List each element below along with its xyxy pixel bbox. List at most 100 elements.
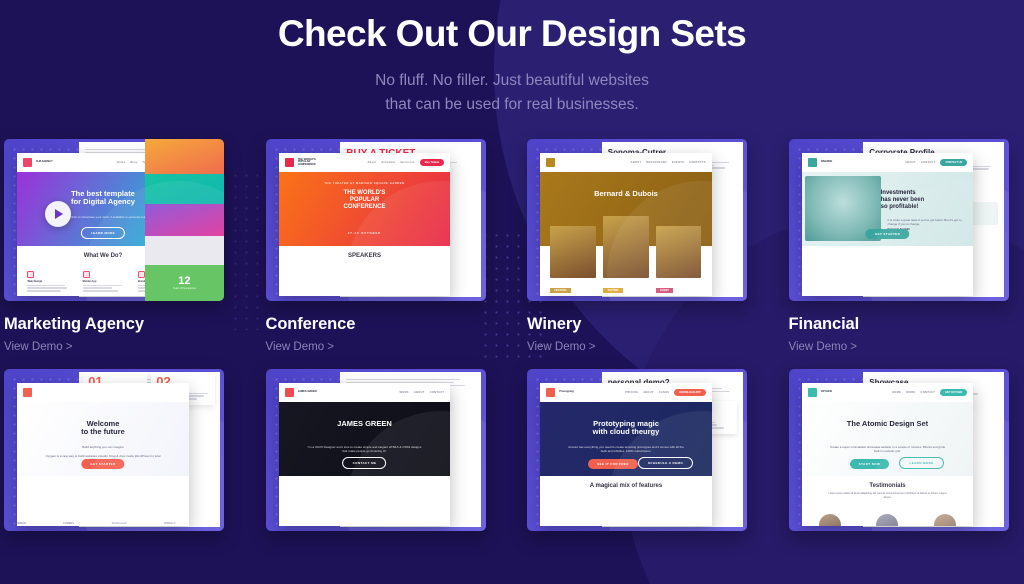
mock-nav-link[interactable]: Schedule: [381, 161, 395, 164]
mock-nav-link[interactable]: ABOUT: [905, 161, 916, 164]
mock-nav-link[interactable]: CASES: [659, 391, 669, 394]
view-demo-link[interactable]: View Demo >: [4, 341, 73, 353]
mock-hero-button-primary[interactable]: START NOW: [850, 459, 890, 469]
mock-feature: Mobile App: [83, 271, 124, 293]
mock-hero-title-line: JAMES GREEN: [289, 420, 440, 429]
mock-nav-link[interactable]: EVENTS: [672, 161, 684, 164]
mock-feature: Web Design: [27, 271, 68, 293]
design-set-title: Conference: [266, 315, 498, 334]
view-demo-link[interactable]: View Demo >: [527, 341, 596, 353]
mock-nav-link[interactable]: About: [367, 161, 376, 164]
design-set-card[interactable]: ShowcaseVIEW MOREOXYGENHOMEWORKCONTACTGE…: [789, 369, 1021, 531]
mock-nav-links: About Schedule Sponsors Buy Tickets: [367, 159, 444, 166]
mock-hero-title: Welcome to the future: [27, 420, 178, 438]
mock-nav-cta[interactable]: DOWNLOAD APP: [674, 389, 706, 396]
design-set-card[interactable]: D.M.AGENCYHomeBlogTeamGET A QUOTEThe bes…: [4, 139, 236, 355]
mock-nav-link[interactable]: CONTACTS: [689, 161, 706, 164]
page-subtitle-line-1: No fluff. No filler. Just beautiful webs…: [0, 69, 1024, 93]
mock-nav-link[interactable]: WORK: [906, 391, 915, 394]
view-demo-link[interactable]: View Demo >: [789, 341, 858, 353]
mock-logo-icon: [808, 388, 817, 397]
design-set-thumbnail[interactable]: Corporate Profile201723,340,3431,345,235…: [789, 139, 1009, 301]
mock-hero-title: Investments has never been so profitable!: [881, 190, 967, 211]
design-set-card[interactable]: Corporate Profile201723,340,3431,345,235…: [789, 139, 1021, 355]
mock-side-badge-caption: Years Of Excellence: [173, 287, 196, 291]
mock-tile[interactable]: FESTIVALWine Festival: [550, 226, 595, 296]
mock-hero-button-secondary[interactable]: SCHEDULE A DEMO: [638, 457, 693, 469]
mock-nav-link[interactable]: ABOUT: [414, 391, 425, 394]
avatar: [934, 514, 956, 526]
mock-hero-title: JAMES GREEN: [289, 420, 440, 429]
mock-nav-link[interactable]: CONTACT: [430, 391, 445, 394]
mock-nav-links: ABOUT RESTAURANT EVENTS CONTACTS: [631, 161, 706, 164]
design-set-card[interactable]: personal demo?Joshua KrohnGraphic Design…: [527, 369, 759, 531]
view-demo-link[interactable]: View Demo >: [266, 341, 335, 353]
mock-nav-link[interactable]: PRICING: [625, 391, 638, 394]
mock-nav-link[interactable]: RESTAURANT: [646, 161, 667, 164]
mock-hero-date: 27-28 OCTOBER: [279, 232, 451, 236]
design-set-thumbnail[interactable]: ShowcaseVIEW MOREOXYGENHOMEWORKCONTACTGE…: [789, 369, 1009, 531]
mock-nav-link[interactable]: CONTACT: [921, 391, 936, 394]
mock-tile[interactable]: TASTINGTasting & Tours: [603, 216, 648, 296]
mock-nav-links: PRICING ABOUT CASES DOWNLOAD APP: [625, 389, 706, 396]
design-set-card[interactable]: 01Tell about your business02Create your …: [4, 369, 236, 531]
mock-nav-link[interactable]: Sponsors: [400, 161, 414, 164]
design-set-thumbnail[interactable]: 01Tell about your business02Create your …: [4, 369, 224, 531]
mock-tile-tag: FESTIVAL: [550, 288, 570, 293]
design-set-thumbnail[interactable]: Sonoma-CutrerCHARDONNAYNewsletterSIGN UP…: [527, 139, 747, 301]
mock-hero-sub: I'm a UI/UX Designer and I love to creat…: [279, 445, 451, 454]
page-subtitle: No fluff. No filler. Just beautiful webs…: [0, 69, 1024, 117]
mock-nav-link[interactable]: HOME: [892, 391, 901, 394]
mock-hero-button-primary[interactable]: SEE IT FOR FREE: [588, 459, 638, 469]
mock-nav-link[interactable]: Home: [117, 161, 125, 164]
mock-nav-cta[interactable]: Buy Tickets: [420, 159, 445, 166]
mock-side-strip: 12 Years Of Excellence: [145, 139, 224, 301]
design-set-card[interactable]: Sonoma-CutrerCHARDONNAYNewsletterSIGN UP…: [527, 139, 759, 355]
avatar: [819, 514, 841, 526]
mock-tile[interactable]: EVENTWeddings: [656, 226, 701, 296]
mock-brand: TechCrunch: [112, 522, 127, 526]
mock-logo-text: OXYGEN: [821, 391, 832, 394]
mock-hero-kicker: THE THEATER AT MADISON SQUARE GARDEN: [296, 182, 433, 186]
mock-hero-button[interactable]: CONTACT ME: [343, 457, 387, 469]
design-set-thumbnail[interactable]: JAMES GREEN WORK ABOUT CONTACT JAMES GREEN I'…: [266, 369, 486, 531]
mock-logo-icon: [285, 158, 294, 167]
mock-hero-title: Bernard & Dubois: [550, 190, 701, 199]
mockup-front-page: OXYGEN HOME WORK CONTACT GET OXYGEN The Atomi…: [802, 383, 974, 526]
mock-hero-button-secondary[interactable]: LEARN MORE: [899, 457, 943, 469]
mock-nav-link[interactable]: WORK: [400, 391, 409, 394]
mock-hero-sub: Build anything you can imagine: [17, 445, 189, 450]
mock-navbar: JAMES GREEN WORK ABOUT CONTACT: [279, 383, 451, 402]
design-set-thumbnail[interactable]: personal demo?Joshua KrohnGraphic Design…: [527, 369, 747, 531]
mockup-front-page: THE WORLD'S POPULAR CONFERENCE About Sched…: [279, 153, 451, 296]
mock-section-sub: Lorem ipsum dolor sit amet adipiscing el…: [826, 492, 950, 500]
mock-hero-button[interactable]: GET STARTED: [866, 229, 909, 239]
design-set-thumbnail[interactable]: D.M.AGENCYHomeBlogTeamGET A QUOTEThe bes…: [4, 139, 224, 301]
mock-nav-link[interactable]: Blog: [130, 161, 137, 164]
mock-logo-text: D.M.AGENCY: [36, 161, 53, 164]
mock-logo-icon: [23, 388, 32, 397]
mock-logo-text: THE WORLD'S POPULAR CONFERENCE: [298, 159, 326, 167]
mockup-front-page: Prototyping PRICING ABOUT CASES DOWNLOAD APP…: [540, 383, 712, 526]
page-title: Check Out Our Design Sets: [0, 14, 1024, 55]
mock-feature-icon: [83, 271, 90, 278]
mock-hero-title: The Atomic Design Set: [812, 420, 963, 429]
mock-nav-link[interactable]: ABOUT: [631, 161, 642, 164]
play-icon[interactable]: [45, 201, 71, 227]
mock-hero-button[interactable]: LEARN MORE: [81, 227, 125, 239]
mock-logo-text: Prototyping: [559, 391, 574, 394]
mock-tile-tag: EVENT: [656, 288, 673, 293]
mock-nav-cta[interactable]: GET OXYGEN: [940, 389, 967, 396]
design-set-card[interactable]: BUY A TICKETSPONSORED BYInstagramBuy Tic…: [266, 139, 498, 355]
design-set-card[interactable]: JAMES GREEN WORK ABOUT CONTACT JAMES GREEN I'…: [266, 369, 498, 531]
mock-nav-cta[interactable]: CONTACT US: [940, 159, 967, 166]
mock-brand: O'REILLY: [164, 522, 176, 526]
page-header: Check Out Our Design Sets No fluff. No f…: [0, 0, 1024, 117]
mock-hero-button[interactable]: GET STARTED: [81, 459, 124, 469]
mock-hero-title: THE WORLD'S POPULAR CONFERENCE: [289, 190, 440, 211]
mock-hero: Investments has never been so profitable! I…: [802, 172, 974, 246]
design-set-thumbnail[interactable]: BUY A TICKETSPONSORED BYInstagramBuy Tic…: [266, 139, 486, 301]
mock-hero-title-line: with cloud theurgy: [550, 428, 701, 437]
mock-nav-link[interactable]: ABOUT: [643, 391, 654, 394]
mock-nav-link[interactable]: CONTACT: [921, 161, 936, 164]
